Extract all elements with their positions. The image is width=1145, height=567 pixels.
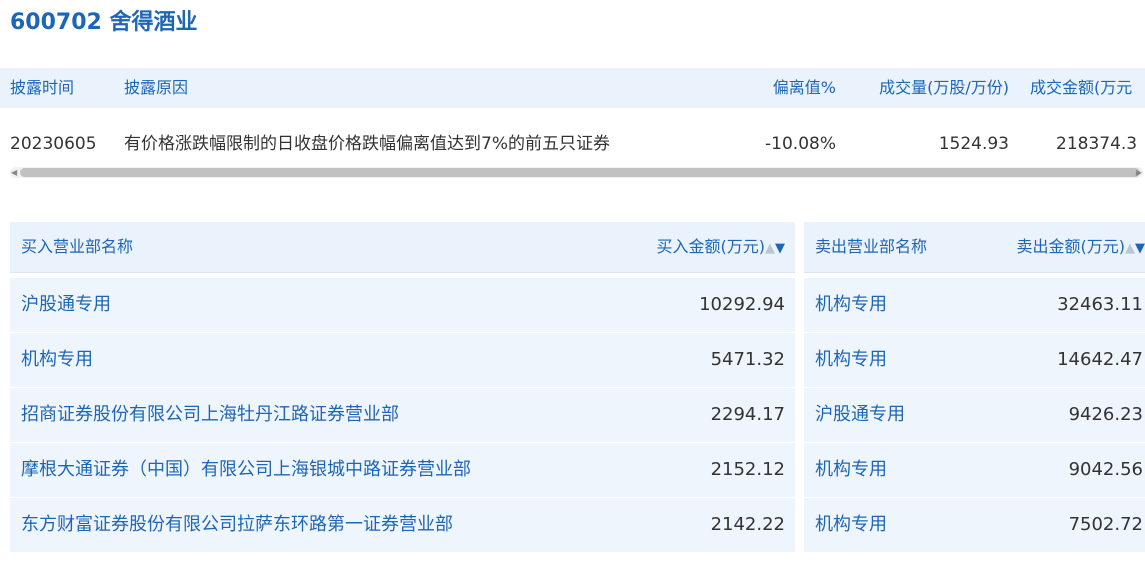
buy-branch-link[interactable]: 摩根大通证券（中国）有限公司上海银城中路证券营业部	[21, 443, 471, 497]
header-amount: 成交金额(万元	[1030, 78, 1133, 97]
sort-asc-icon[interactable]: ▲	[765, 241, 775, 256]
buy-branch-link[interactable]: 招商证券股份有限公司上海牡丹江路证券营业部	[21, 388, 399, 442]
sell-amount: 9042.56	[1068, 459, 1143, 480]
table-row: 机构专用 7502.72	[804, 498, 1145, 552]
sort-desc-icon[interactable]: ▼	[775, 241, 785, 256]
buy-amount: 2152.12	[710, 459, 785, 480]
sort-desc-icon[interactable]: ▼	[1135, 241, 1145, 256]
sell-branch-link[interactable]: 沪股通专用	[815, 388, 905, 442]
sell-amount: 32463.11	[1057, 294, 1143, 315]
table-row: 机构专用 32463.11	[804, 278, 1145, 332]
row-volume: 1524.93	[938, 134, 1009, 154]
row-date: 20230605	[10, 134, 97, 154]
row-deviation: -10.08%	[765, 134, 836, 154]
sell-branch-link[interactable]: 机构专用	[815, 333, 887, 387]
buy-table: 买入营业部名称 买入金额(万元)▲▼ 沪股通专用 10292.94 机构专用 5…	[10, 222, 795, 567]
scroll-left-icon[interactable]: ◀	[11, 167, 17, 178]
row-amount: 218374.3	[1056, 134, 1138, 154]
buy-header-amount[interactable]: 买入金额(万元)▲▼	[657, 222, 786, 274]
sell-amount: 7502.72	[1068, 514, 1143, 535]
sell-header-amount-label: 卖出金额(万元)	[1016, 237, 1126, 256]
table-row: 沪股通专用 10292.94	[10, 278, 795, 332]
table-row: 机构专用 14642.47	[804, 333, 1145, 387]
table-row: 沪股通专用 9426.23	[804, 388, 1145, 442]
sell-table: 卖出营业部名称 卖出金额(万元)▲▼ 机构专用 32463.11 机构专用 14…	[804, 222, 1145, 567]
buy-branch-link[interactable]: 机构专用	[21, 333, 93, 387]
table-row: 摩根大通证券（中国）有限公司上海银城中路证券营业部 2152.12	[10, 443, 795, 497]
horizontal-scrollbar[interactable]: ◀ ▶	[10, 167, 1143, 178]
table-row: 招商证券股份有限公司上海牡丹江路证券营业部 2294.17	[10, 388, 795, 442]
sell-branch-link[interactable]: 机构专用	[815, 498, 887, 552]
sell-amount: 14642.47	[1057, 349, 1143, 370]
table-row: 机构专用 5471.32	[10, 333, 795, 387]
scrollbar-thumb[interactable]	[20, 168, 1140, 177]
summary-table-header: 披露时间 披露原因 偏离值% 成交量(万股/万份) 成交金额(万元	[0, 68, 1145, 108]
header-volume: 成交量(万股/万份)	[879, 78, 1009, 97]
header-deviation: 偏离值%	[772, 78, 836, 97]
summary-table-row: 20230605 有价格涨跌幅限制的日收盘价格跌幅偏离值达到7%的前五只证券 -…	[0, 124, 1145, 164]
sell-header-amount[interactable]: 卖出金额(万元)▲▼	[1017, 222, 1145, 274]
buy-branch-link[interactable]: 沪股通专用	[21, 278, 111, 332]
buy-table-header: 买入营业部名称 买入金额(万元)▲▼	[10, 222, 795, 273]
header-reason: 披露原因	[124, 78, 189, 97]
sell-branch-link[interactable]: 机构专用	[815, 278, 887, 332]
buy-header-name: 买入营业部名称	[21, 237, 134, 256]
sell-amount: 9426.23	[1068, 404, 1143, 425]
page-title: 600702 舍得酒业	[10, 10, 198, 35]
sort-asc-icon[interactable]: ▲	[1125, 241, 1135, 256]
buy-amount: 2142.22	[710, 514, 785, 535]
buy-branch-link[interactable]: 东方财富证券股份有限公司拉萨东环路第一证券营业部	[21, 498, 453, 552]
sell-branch-link[interactable]: 机构专用	[815, 443, 887, 497]
table-row: 东方财富证券股份有限公司拉萨东环路第一证券营业部 2142.22	[10, 498, 795, 552]
table-row: 机构专用 9042.56	[804, 443, 1145, 497]
header-date: 披露时间	[10, 78, 75, 97]
buy-amount: 10292.94	[699, 294, 785, 315]
sell-header-name: 卖出营业部名称	[815, 237, 928, 256]
sell-table-header: 卖出营业部名称 卖出金额(万元)▲▼	[804, 222, 1145, 273]
buy-amount: 5471.32	[710, 349, 785, 370]
scroll-right-icon[interactable]: ▶	[1136, 167, 1142, 178]
buy-amount: 2294.17	[710, 404, 785, 425]
row-reason: 有价格涨跌幅限制的日收盘价格跌幅偏离值达到7%的前五只证券	[124, 134, 610, 154]
buy-header-amount-label: 买入金额(万元)	[656, 237, 766, 256]
